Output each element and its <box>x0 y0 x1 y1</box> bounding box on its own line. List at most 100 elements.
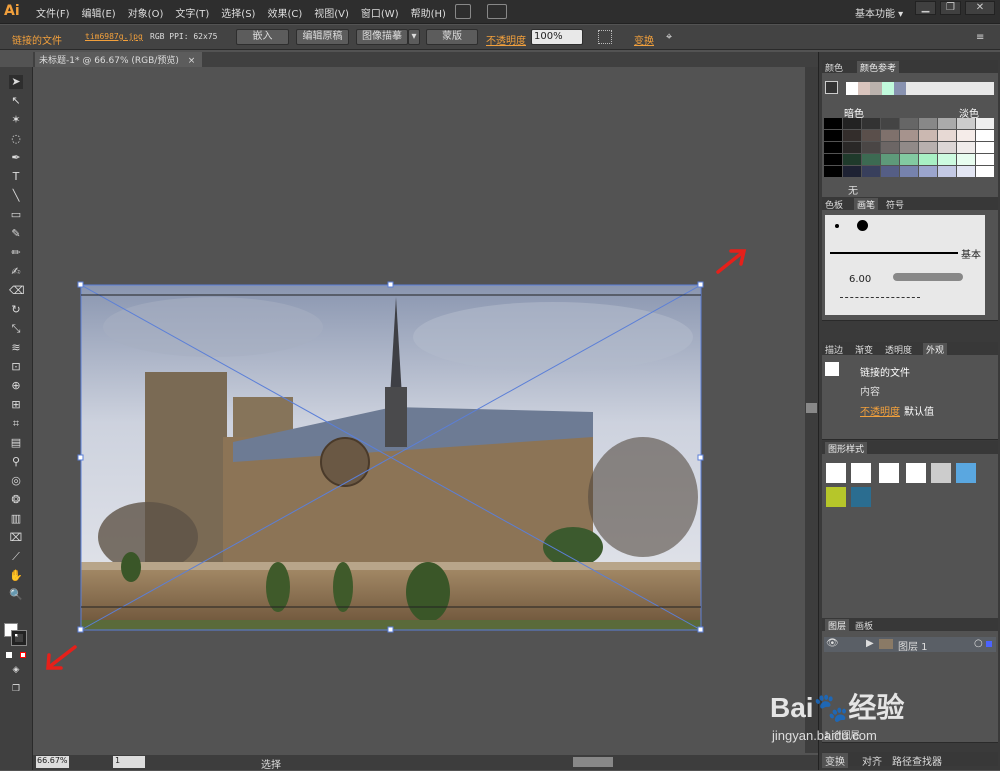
rotate-tool-icon[interactable]: ↻ <box>9 303 23 317</box>
tab-brushes[interactable]: 画笔 <box>854 198 879 211</box>
tab-transparency[interactable]: 透明度 <box>885 343 912 356</box>
free-transform-tool-icon[interactable]: ⊡ <box>9 360 23 374</box>
embed-button[interactable]: 嵌入 <box>236 29 289 45</box>
color-swatch[interactable] <box>843 166 861 177</box>
tab-layers[interactable]: 图层 <box>825 619 850 632</box>
lasso-tool-icon[interactable]: ◌ <box>9 132 23 146</box>
color-swatch[interactable] <box>824 142 842 153</box>
artboard-number-field[interactable]: 1 <box>113 756 145 768</box>
tab-gradient[interactable]: 渐变 <box>855 343 873 356</box>
bridge-icon[interactable] <box>455 4 471 19</box>
slice-tool-icon[interactable]: ⟋ <box>9 550 23 564</box>
pattern-brush-stroke[interactable] <box>840 297 920 303</box>
line-tool-icon[interactable]: ╲ <box>9 189 23 203</box>
layer-row[interactable]: 👁 ▶ 图层 1 ○ <box>824 637 996 653</box>
tab-color[interactable]: 颜色 <box>825 61 843 74</box>
stroke-swatch[interactable] <box>11 630 27 646</box>
color-swatch[interactable] <box>919 166 937 177</box>
edit-original-button[interactable]: 编辑原稿 <box>296 29 349 45</box>
symbol-sprayer-tool-icon[interactable]: ❂ <box>9 493 23 507</box>
color-swatch[interactable] <box>957 118 975 129</box>
paintbrush-tool-icon[interactable]: ✎ <box>9 227 23 241</box>
maximize-button[interactable]: ❐ <box>940 1 961 15</box>
tab-appearance[interactable]: 外观 <box>923 343 948 356</box>
menu-object[interactable]: 对象(O) <box>128 5 164 20</box>
color-swatch[interactable] <box>919 118 937 129</box>
image-trace-button[interactable]: 图像描摹 <box>356 29 408 45</box>
pen-tool-icon[interactable]: ✒ <box>9 151 23 165</box>
close-window-button[interactable]: ✕ <box>965 1 995 15</box>
color-swatch[interactable] <box>843 130 861 141</box>
align-options-icon[interactable] <box>598 30 612 44</box>
color-swatch[interactable] <box>862 130 880 141</box>
minimize-button[interactable]: ▁ <box>915 1 936 15</box>
color-variation-grid[interactable] <box>824 118 996 180</box>
color-swatch[interactable] <box>976 130 994 141</box>
artboard-canvas[interactable] <box>33 67 803 753</box>
blend-tool-icon[interactable]: ◎ <box>9 474 23 488</box>
color-swatch[interactable] <box>976 154 994 165</box>
mask-button[interactable]: 蒙版 <box>426 29 478 45</box>
color-swatch[interactable] <box>862 166 880 177</box>
color-swatch[interactable] <box>957 142 975 153</box>
color-swatch[interactable] <box>862 118 880 129</box>
tab-transform[interactable]: 变换 <box>822 753 848 768</box>
tab-graphic-styles[interactable]: 图形样式 <box>825 442 868 455</box>
tab-align[interactable]: 对齐 <box>862 753 882 768</box>
layer-name[interactable]: 图层 1 <box>898 638 928 653</box>
tab-pathfinder[interactable]: 路径查找器 <box>892 753 942 768</box>
tab-symbols[interactable]: 符号 <box>886 198 904 211</box>
type-tool-icon[interactable]: T <box>9 170 23 184</box>
mesh-tool-icon[interactable]: ⌗ <box>9 417 23 431</box>
color-swatch[interactable] <box>881 142 899 153</box>
color-swatch[interactable] <box>976 142 994 153</box>
color-swatch[interactable] <box>919 130 937 141</box>
expand-triangle-icon[interactable]: ▶ <box>866 638 874 649</box>
color-swatch[interactable] <box>900 166 918 177</box>
visibility-eye-icon[interactable]: 👁 <box>826 638 839 649</box>
color-swatch[interactable] <box>957 154 975 165</box>
style-white[interactable] <box>879 463 899 483</box>
color-swatch[interactable] <box>824 166 842 177</box>
workspace-switcher[interactable]: 基本功能 ▾ <box>855 5 903 20</box>
color-swatch[interactable] <box>938 118 956 129</box>
brush-list[interactable]: 基本 6.00 <box>825 215 985 315</box>
menu-help[interactable]: 帮助(H) <box>411 5 446 20</box>
zoom-tool-icon[interactable]: 🔍 <box>9 588 23 602</box>
color-swatch[interactable] <box>900 154 918 165</box>
menu-effect[interactable]: 效果(C) <box>267 5 302 20</box>
style-leaf[interactable] <box>826 487 846 507</box>
transform-link[interactable]: 变换 <box>634 32 654 47</box>
tab-color-guide[interactable]: 颜色参考 <box>857 61 900 74</box>
pencil-tool-icon[interactable]: ✏ <box>9 246 23 260</box>
menu-type[interactable]: 文字(T) <box>175 5 209 20</box>
base-color-swatch[interactable] <box>825 81 838 94</box>
arrange-documents-icon[interactable] <box>487 4 507 19</box>
opacity-link[interactable]: 不透明度 <box>486 32 526 47</box>
control-panel-menu-icon[interactable]: ≡ <box>976 32 984 43</box>
hand-tool-icon[interactable]: ✋ <box>9 569 23 583</box>
none-mode-icon[interactable] <box>20 652 26 658</box>
target-circle-icon[interactable]: ○ <box>974 638 983 649</box>
horizontal-scroll-thumb[interactable] <box>573 757 613 767</box>
eyedropper-tool-icon[interactable]: ⚲ <box>9 455 23 469</box>
scale-tool-icon[interactable]: ⤡ <box>9 322 23 336</box>
color-swatch[interactable] <box>957 130 975 141</box>
warp-tool-icon[interactable]: ≋ <box>9 341 23 355</box>
menu-edit[interactable]: 编辑(E) <box>82 5 116 20</box>
color-swatch[interactable] <box>919 142 937 153</box>
color-swatch[interactable] <box>938 130 956 141</box>
vertical-scrollbar[interactable] <box>805 67 818 753</box>
color-swatch[interactable] <box>881 154 899 165</box>
document-tab[interactable]: 未标题-1* @ 66.67% (RGB/预览) × <box>35 52 202 67</box>
tab-stroke[interactable]: 描边 <box>825 343 843 356</box>
menu-window[interactable]: 窗口(W) <box>361 5 399 20</box>
perspective-grid-tool-icon[interactable]: ⊞ <box>9 398 23 412</box>
filename-link[interactable]: tim6987g.jpg <box>85 32 143 41</box>
color-swatch[interactable] <box>957 166 975 177</box>
menu-view[interactable]: 视图(V) <box>314 5 349 20</box>
color-swatch[interactable] <box>900 130 918 141</box>
artistic-brush-stroke[interactable] <box>893 273 963 281</box>
draw-mode-icon[interactable]: ◈ <box>9 663 23 677</box>
color-swatch[interactable] <box>976 166 994 177</box>
